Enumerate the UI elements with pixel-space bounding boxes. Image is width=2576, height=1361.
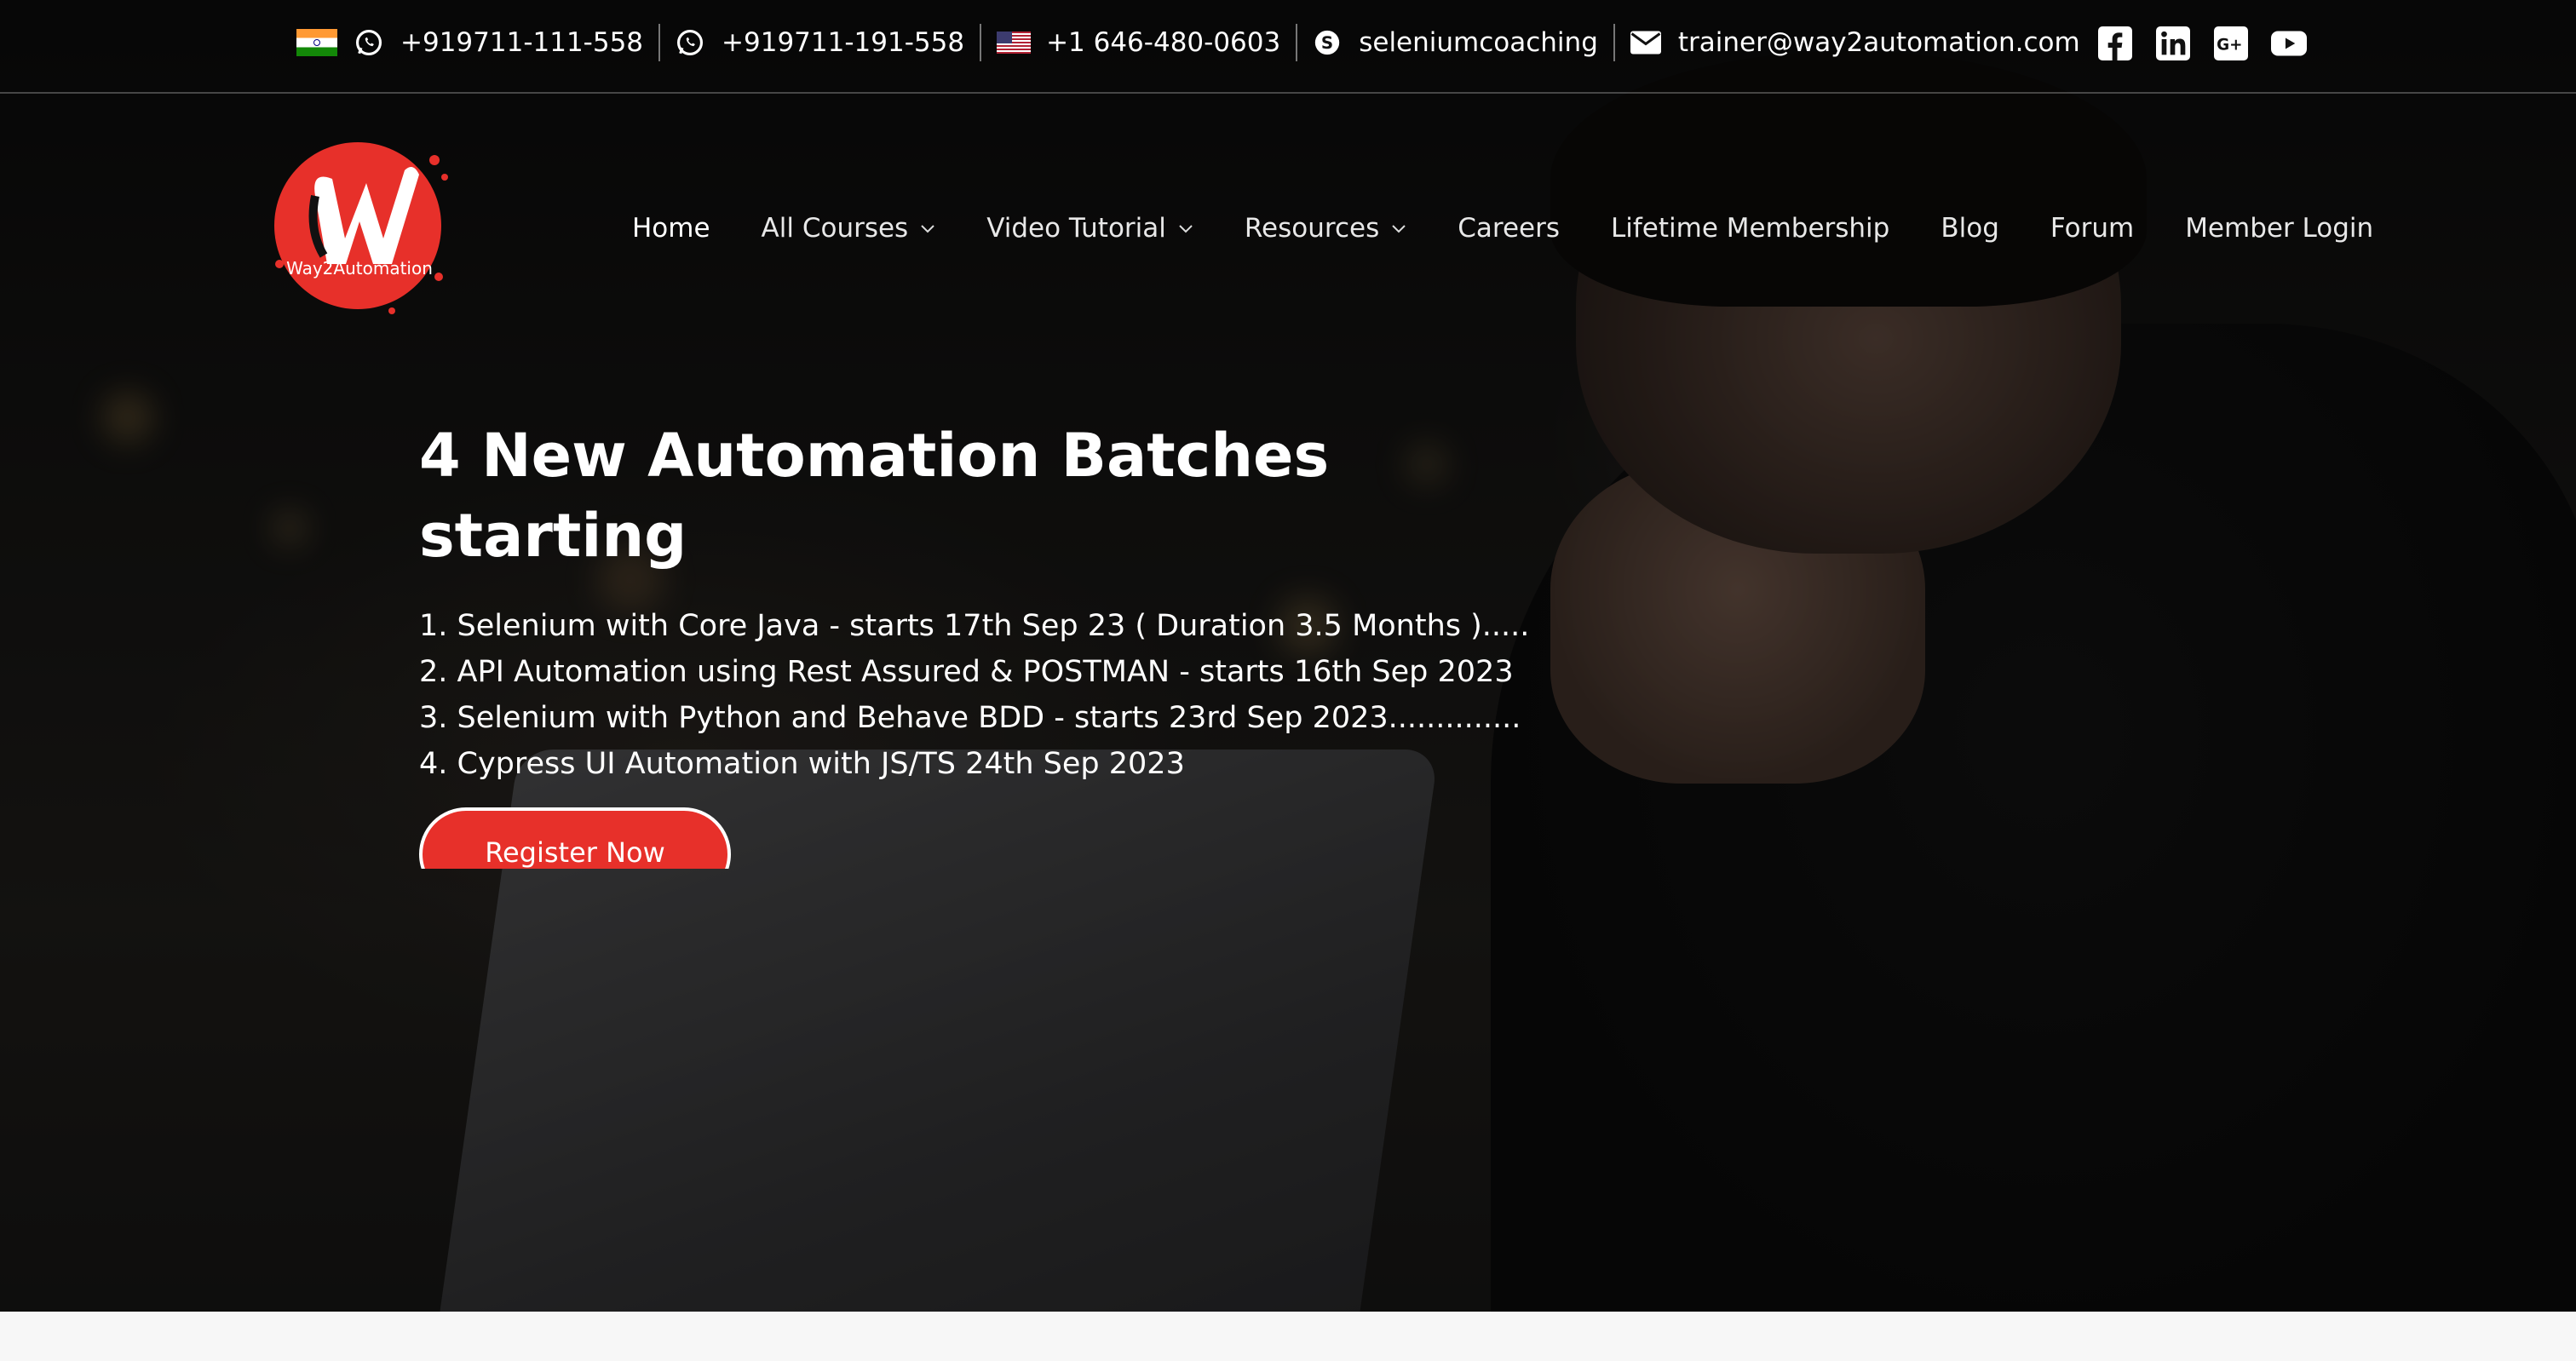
google-plus-icon[interactable]: G+ (2213, 26, 2249, 61)
nav-item-video-tutorial[interactable]: Video Tutorial (986, 213, 1193, 244)
nav-item-member-login[interactable]: Member Login (2185, 213, 2373, 244)
main-navigation: Home All Courses Video Tutorial Resource… (632, 213, 2373, 244)
nav-label: Blog (1941, 213, 1999, 244)
nav-item-resources[interactable]: Resources (1245, 213, 1406, 244)
nav-item-home[interactable]: Home (632, 213, 710, 244)
envelope-icon (1630, 31, 1661, 55)
social-links: G+ (2097, 26, 2307, 61)
batch-item: 1. Selenium with Core Java - starts 17th… (419, 609, 1530, 643)
nav-label: Resources (1244, 213, 1380, 244)
chevron-down-icon (920, 223, 935, 233)
youtube-icon[interactable] (2271, 26, 2307, 61)
contact-text: +1 646-480-0603 (1046, 27, 1281, 58)
batch-item: 3. Selenium with Python and Behave BDD -… (419, 701, 1521, 735)
us-flag-icon (997, 32, 1032, 54)
whatsapp-icon (354, 28, 383, 57)
linkedin-icon[interactable] (2155, 26, 2191, 61)
contact-phone-india-2[interactable]: +919711-191-558 (658, 24, 980, 61)
india-flag-icon (296, 29, 337, 56)
register-button-wrap: Register Now (419, 807, 731, 869)
chevron-down-icon (1178, 223, 1193, 233)
contact-list: +919711-111-558 +919711-191-558 +1 646-4… (281, 0, 2096, 85)
nav-item-blog[interactable]: Blog (1941, 213, 1999, 244)
chevron-down-icon (1391, 223, 1406, 233)
svg-text:G+: G+ (2217, 37, 2242, 55)
facebook-icon[interactable] (2097, 26, 2133, 61)
nav-label: Member Login (2185, 213, 2374, 244)
contact-text: seleniumcoaching (1359, 27, 1598, 58)
page-bottom-strip (0, 1312, 2576, 1361)
way2automation-logo[interactable]: Way2Automation (264, 136, 451, 315)
register-now-button[interactable]: Register Now (419, 807, 731, 869)
nav-item-lifetime-membership[interactable]: Lifetime Membership (1611, 213, 1889, 244)
hero-headline-line2: starting (419, 501, 687, 571)
nav-label: All Courses (761, 213, 909, 244)
nav-item-forum[interactable]: Forum (2050, 213, 2134, 244)
contact-text: trainer@way2automation.com (1677, 27, 2080, 58)
skype-icon: S (1313, 28, 1342, 57)
nav-label: Video Tutorial (986, 213, 1166, 244)
logo-text: Way2Automation (286, 258, 433, 279)
contact-text: +919711-111-558 (400, 27, 644, 58)
contact-text: +919711-191-558 (722, 27, 965, 58)
contact-email[interactable]: trainer@way2automation.com (1613, 24, 2096, 61)
nav-label: Forum (2050, 213, 2135, 244)
nav-item-all-courses[interactable]: All Courses (762, 213, 936, 244)
nav-label: Lifetime Membership (1610, 213, 1890, 244)
nav-item-careers[interactable]: Careers (1458, 213, 1560, 244)
top-contact-bar: +919711-111-558 +919711-191-558 +1 646-4… (0, 0, 2576, 94)
nav-label: Home (632, 213, 710, 244)
svg-text:S: S (1321, 33, 1333, 53)
batch-item: 4. Cypress UI Automation with JS/TS 24th… (419, 747, 1185, 781)
hero-headline: 4 New Automation Batches starting (419, 416, 1356, 576)
contact-phone-us[interactable]: +1 646-480-0603 (980, 24, 1296, 61)
contact-phone-india-1[interactable]: +919711-111-558 (281, 24, 658, 61)
batch-item: 2. API Automation using Rest Assured & P… (419, 655, 1514, 689)
whatsapp-icon (676, 28, 704, 57)
hero-headline-line1: 4 New Automation Batches (419, 421, 1330, 491)
batch-list: 1. Selenium with Core Java - starts 17th… (419, 603, 1529, 787)
nav-label: Careers (1458, 213, 1560, 244)
contact-skype[interactable]: S seleniumcoaching (1296, 24, 1613, 61)
